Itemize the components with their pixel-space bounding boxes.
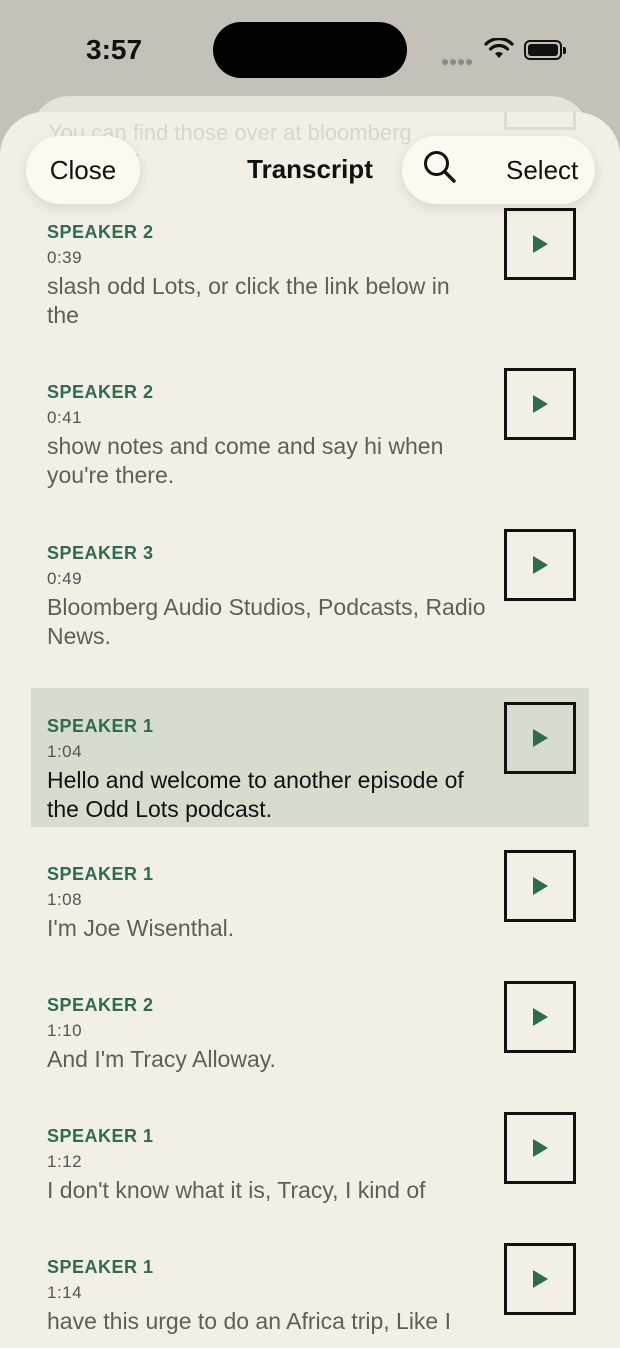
- transcript-entry[interactable]: SPEAKER 2 0:41 show notes and come and say…: [31, 368, 589, 500]
- transcript-text: Hello and welcome to another episode of …: [47, 767, 464, 822]
- timestamp: 1:14: [47, 1283, 83, 1302]
- transcript-entry[interactable]: SPEAKER 3 0:49 Bloomberg Audio Studios, Po…: [31, 529, 589, 661]
- timestamp: 1:08: [47, 890, 83, 909]
- transcript-entry[interactable]: SPEAKER 2 0:39 slash odd Lots, or click th…: [31, 208, 589, 340]
- search-select-group: Select: [402, 136, 595, 204]
- timestamp: 1:12: [47, 1152, 83, 1171]
- play-icon: [533, 877, 548, 895]
- transcript-text: show notes and come and say hi when you'…: [47, 433, 444, 488]
- status-time: 3:57: [86, 34, 143, 65]
- play-icon: [533, 1008, 548, 1026]
- play-button[interactable]: [504, 981, 576, 1053]
- play-button[interactable]: [504, 702, 576, 774]
- speaker-label: SPEAKER 1: [47, 1257, 154, 1277]
- transcript-sheet: You can find those over at bloomberg ...…: [0, 112, 620, 1348]
- timestamp: 0:49: [47, 569, 83, 588]
- timestamp: 0:39: [47, 248, 83, 267]
- status-bar: 3:57: [0, 0, 620, 100]
- speaker-label: SPEAKER 1: [47, 864, 154, 884]
- scrolled-play-button-behind-header: [504, 112, 576, 130]
- play-icon: [533, 1270, 548, 1288]
- transcript-text: have this urge to do an Africa trip, Lik…: [47, 1308, 452, 1334]
- transcript-text: I'm Joe Wisenthal.: [47, 915, 235, 941]
- play-icon: [533, 729, 548, 747]
- play-button[interactable]: [504, 1112, 576, 1184]
- play-button[interactable]: [504, 368, 576, 440]
- transcript-text: I don't know what it is, Tracy, I kind o…: [47, 1177, 426, 1203]
- cellular-signal-icon: [442, 52, 474, 70]
- transcript-entry[interactable]: SPEAKER 1 1:12 I don't know what it is, Tr…: [31, 1112, 589, 1244]
- play-icon: [533, 395, 548, 413]
- transcript-entry[interactable]: SPEAKER 1 1:14 have this urge to do an Afr…: [31, 1243, 589, 1348]
- play-icon: [533, 1139, 548, 1157]
- page-title: Transcript: [247, 154, 373, 184]
- transcript-entry[interactable]: SPEAKER 1 1:04 Hello and welcome to anothe…: [31, 688, 589, 827]
- search-icon[interactable]: [422, 149, 458, 192]
- speaker-label: SPEAKER 1: [47, 716, 154, 736]
- timestamp: 1:10: [47, 1021, 83, 1040]
- dynamic-island: [213, 22, 407, 78]
- play-button[interactable]: [504, 208, 576, 280]
- speaker-label: SPEAKER 2: [47, 222, 154, 242]
- transcript-text: slash odd Lots, or click the link below …: [47, 273, 450, 328]
- play-icon: [533, 556, 548, 574]
- speaker-label: SPEAKER 1: [47, 1126, 154, 1146]
- transcript-text: Bloomberg Audio Studios, Podcasts, Radio…: [47, 594, 486, 649]
- play-icon: [533, 235, 548, 253]
- play-button[interactable]: [504, 529, 576, 601]
- wifi-icon: [484, 38, 514, 58]
- transcript-entry[interactable]: SPEAKER 2 1:10 And I'm Tracy Alloway.: [31, 981, 589, 1113]
- transcript-entry[interactable]: SPEAKER 1 1:08 I'm Joe Wisenthal.: [31, 850, 589, 982]
- timestamp: 0:41: [47, 408, 83, 427]
- transcript-text: And I'm Tracy Alloway.: [47, 1046, 276, 1072]
- speaker-label: SPEAKER 3: [47, 543, 154, 563]
- timestamp: 1:04: [47, 742, 83, 761]
- battery-icon: [524, 40, 566, 60]
- speaker-label: SPEAKER 2: [47, 995, 154, 1015]
- speaker-label: SPEAKER 2: [47, 382, 154, 402]
- select-button[interactable]: Select: [506, 155, 578, 186]
- play-button[interactable]: [504, 850, 576, 922]
- close-button-label: Close: [49, 154, 117, 185]
- close-button[interactable]: Close: [26, 136, 140, 204]
- play-button[interactable]: [504, 1243, 576, 1315]
